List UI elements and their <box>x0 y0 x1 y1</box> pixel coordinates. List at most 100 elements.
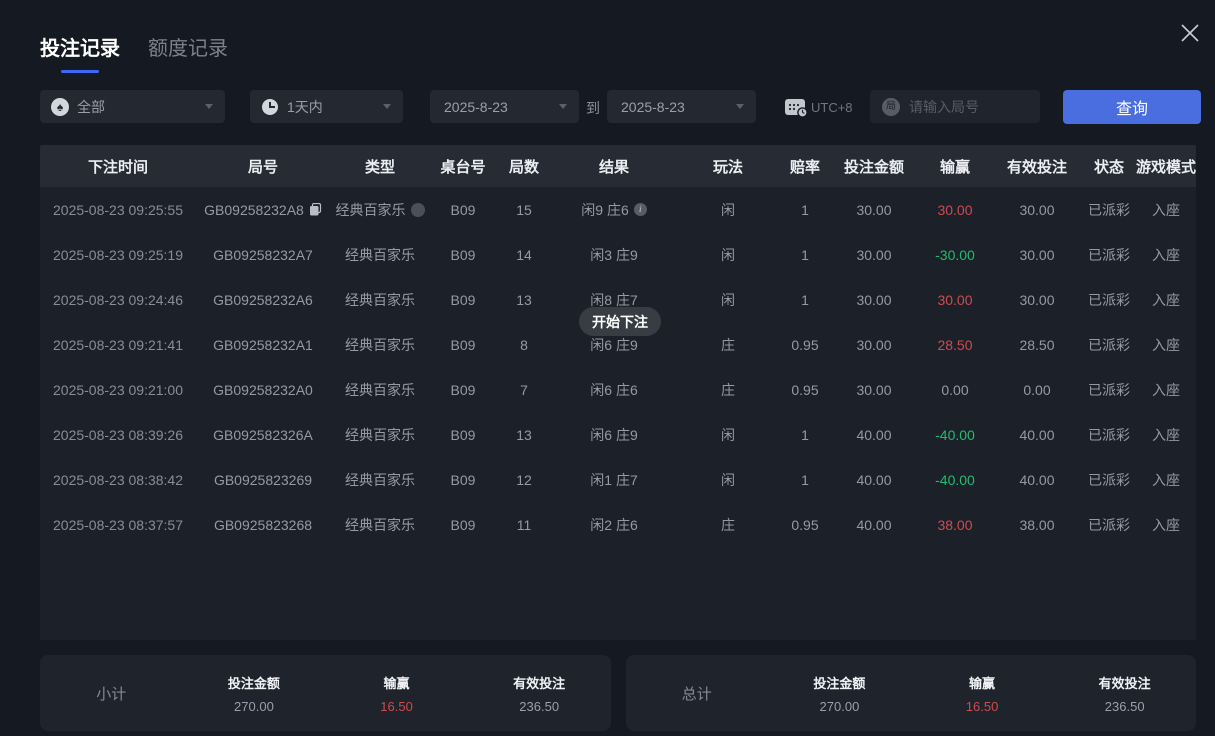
stat-label: 输赢 <box>911 673 1054 692</box>
summary-section: 小计投注金额270.00输赢16.50有效投注236.50总计投注金额270.0… <box>40 655 1196 731</box>
round-id-value: GB09258232A6 <box>213 292 313 308</box>
copy-icon[interactable] <box>309 203 322 216</box>
cell-play-type: 闲 <box>676 470 780 490</box>
date-to-picker[interactable]: 2025-8-23 <box>607 90 756 123</box>
tab-quota-records-label: 额度记录 <box>148 38 228 60</box>
table-id-value: B09 <box>451 517 476 533</box>
round-number-icon: 局 <box>882 98 900 116</box>
result-value: 闲2 庄6 <box>590 515 637 535</box>
info-icon[interactable]: i <box>634 203 647 216</box>
cell-game-type: 经典百家乐 <box>330 380 430 400</box>
odds-value: 0.95 <box>791 337 818 353</box>
cell-bet-time: 2025-08-23 08:38:42 <box>40 472 196 488</box>
status-value: 已派彩 <box>1088 200 1130 220</box>
bet-amount-value: 30.00 <box>856 337 891 353</box>
header-game-type: 类型 <box>330 156 430 177</box>
game-type-value: 经典百家乐 <box>345 425 415 445</box>
bet-time-value: 2025-08-23 09:25:55 <box>53 202 183 218</box>
odds-value: 1 <box>801 202 809 218</box>
round-number-input[interactable] <box>907 98 1031 116</box>
replay-icon[interactable] <box>411 203 425 217</box>
calendar-clock-icon <box>784 96 808 118</box>
cell-result: 闲6 庄6 <box>552 380 676 400</box>
cell-round-id: GB09258232A6 <box>196 292 330 308</box>
subtotal-stat: 输赢16.50 <box>325 673 468 714</box>
table-id-value: B09 <box>451 202 476 218</box>
cell-odds: 0.95 <box>780 382 830 398</box>
subtotal-stat: 有效投注236.50 <box>468 673 611 714</box>
game-mode-value: 入座 <box>1152 200 1180 220</box>
bet-amount-value: 40.00 <box>856 517 891 533</box>
total-stat: 有效投注236.50 <box>1053 673 1196 714</box>
total-stat: 投注金额270.00 <box>768 673 911 714</box>
bet-time-value: 2025-08-23 09:25:19 <box>53 247 183 263</box>
header-play-type: 玩法 <box>676 156 780 177</box>
cell-odds: 0.95 <box>780 517 830 533</box>
tab-betting-records[interactable]: 投注记录 <box>40 32 120 73</box>
cell-round-id: GB092582326A <box>196 427 330 443</box>
cell-result: 闲3 庄9 <box>552 245 676 265</box>
time-range-dropdown[interactable]: 1天内 <box>250 90 403 123</box>
round-count-value: 15 <box>516 202 532 218</box>
result-value: 闲3 庄9 <box>590 245 637 265</box>
cell-round-id: GB0925823269 <box>196 472 330 488</box>
cell-round-id: GB09258232A1 <box>196 337 330 353</box>
cell-table-id: B09 <box>430 427 496 443</box>
cell-game-type: 经典百家乐 <box>330 470 430 490</box>
round-count-value: 12 <box>516 472 532 488</box>
cell-game-type: 经典百家乐 <box>330 425 430 445</box>
win-loss-value: 30.00 <box>937 202 972 218</box>
game-type-dropdown[interactable]: ♠ 全部 <box>40 90 225 123</box>
cell-play-type: 闲 <box>676 425 780 445</box>
header-game-mode: 游戏模式 <box>1136 156 1196 177</box>
timezone-control[interactable]: UTC+8 <box>784 96 853 118</box>
result-value: 闲9 庄6 <box>581 200 628 220</box>
cell-round-count: 12 <box>496 472 552 488</box>
game-type-value: 经典百家乐 <box>345 515 415 535</box>
subtotal-panel: 小计投注金额270.00输赢16.50有效投注236.50 <box>40 655 611 731</box>
cell-odds: 0.95 <box>780 337 830 353</box>
game-mode-value: 入座 <box>1152 515 1180 535</box>
cell-valid-bet: 40.00 <box>992 472 1082 488</box>
round-count-value: 13 <box>516 427 532 443</box>
cell-table-id: B09 <box>430 247 496 263</box>
cell-valid-bet: 0.00 <box>992 382 1082 398</box>
cell-table-id: B09 <box>430 517 496 533</box>
cell-win-loss: 28.50 <box>918 337 992 353</box>
result-value: 闲1 庄7 <box>590 470 637 490</box>
cell-round-count: 15 <box>496 202 552 218</box>
win-loss-value: 30.00 <box>937 292 972 308</box>
cell-game-type: 经典百家乐 <box>330 290 430 310</box>
cell-game-mode: 入座 <box>1136 425 1196 445</box>
date-from-picker[interactable]: 2025-8-23 <box>430 90 579 123</box>
bet-time-value: 2025-08-23 09:24:46 <box>53 292 183 308</box>
bet-amount-value: 40.00 <box>856 427 891 443</box>
cell-valid-bet: 40.00 <box>992 427 1082 443</box>
cell-valid-bet: 38.00 <box>992 517 1082 533</box>
bet-time-value: 2025-08-23 09:21:00 <box>53 382 183 398</box>
stat-value: 16.50 <box>911 699 1054 714</box>
search-button[interactable]: 查询 <box>1063 90 1201 124</box>
tab-quota-records[interactable]: 额度记录 <box>148 32 228 73</box>
odds-value: 0.95 <box>791 382 818 398</box>
odds-value: 1 <box>801 472 809 488</box>
game-type-value: 经典百家乐 <box>345 335 415 355</box>
odds-value: 1 <box>801 427 809 443</box>
round-count-value: 8 <box>520 337 528 353</box>
bet-amount-value: 40.00 <box>856 472 891 488</box>
cell-status: 已派彩 <box>1082 290 1136 310</box>
cell-play-type: 庄 <box>676 335 780 355</box>
win-loss-value: -40.00 <box>935 427 975 443</box>
cell-result: 闲6 庄9 <box>552 425 676 445</box>
cell-valid-bet: 30.00 <box>992 247 1082 263</box>
cell-odds: 1 <box>780 427 830 443</box>
cell-round-count: 13 <box>496 427 552 443</box>
cell-bet-amount: 30.00 <box>830 382 918 398</box>
table-id-value: B09 <box>451 292 476 308</box>
header-odds: 赔率 <box>780 156 830 177</box>
stat-label: 输赢 <box>325 673 468 692</box>
cell-bet-time: 2025-08-23 09:21:00 <box>40 382 196 398</box>
cell-round-count: 11 <box>496 517 552 533</box>
cell-game-type: 经典百家乐 <box>330 335 430 355</box>
close-button[interactable] <box>1175 18 1205 48</box>
